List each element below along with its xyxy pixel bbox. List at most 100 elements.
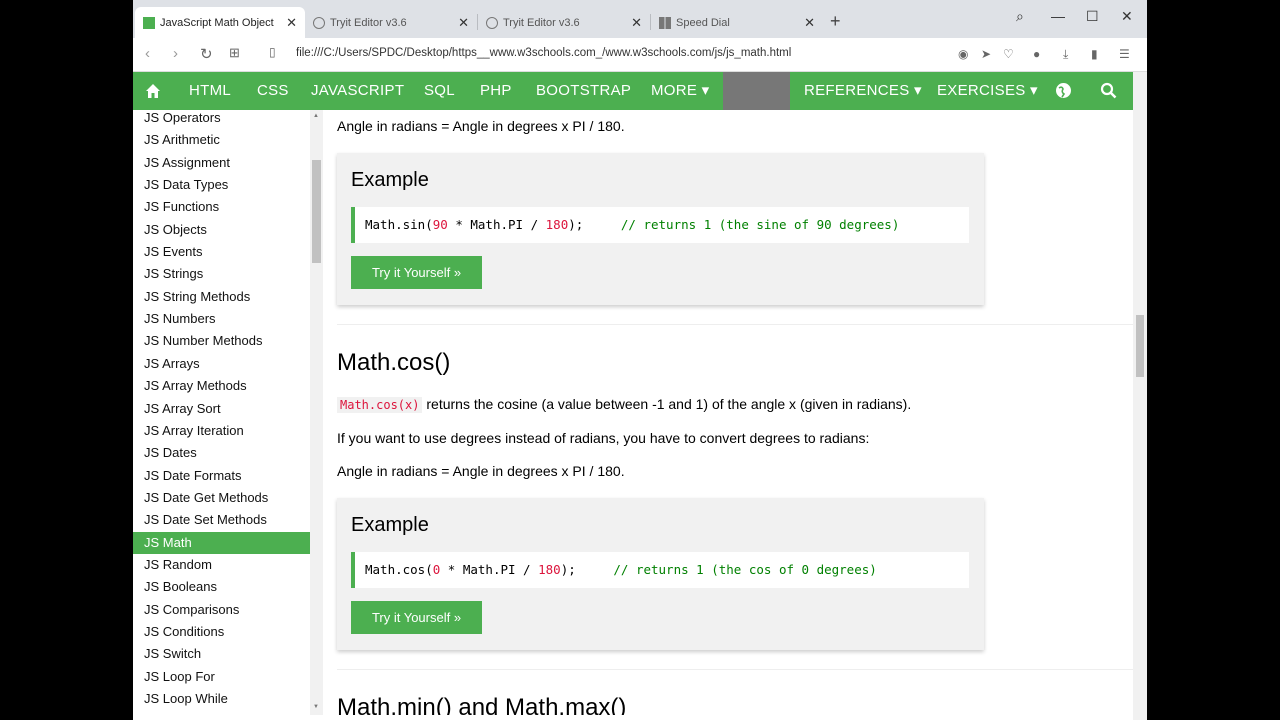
- search-icon[interactable]: [1100, 72, 1117, 110]
- speed-dial-icon[interactable]: ⊞: [229, 45, 240, 61]
- globe-icon[interactable]: [1055, 72, 1072, 110]
- nav-css[interactable]: CSS: [257, 72, 289, 110]
- close-icon[interactable]: ✕: [804, 15, 815, 31]
- sidebar-item-string-methods[interactable]: JS String Methods: [133, 286, 310, 308]
- close-icon[interactable]: ✕: [286, 15, 297, 31]
- page-scrollbar[interactable]: [1133, 72, 1147, 720]
- w3-favicon-icon: [143, 16, 155, 29]
- new-tab-icon[interactable]: +: [830, 11, 841, 32]
- sidebar-item-random[interactable]: JS Random: [133, 554, 310, 576]
- window-close-icon[interactable]: ✕: [1121, 8, 1133, 25]
- close-icon[interactable]: ✕: [458, 15, 469, 31]
- example-heading: Example: [351, 169, 429, 191]
- sidebar-item-conditions[interactable]: JS Conditions: [133, 621, 310, 643]
- sidebar-item-switch[interactable]: JS Switch: [133, 643, 310, 665]
- nav-php[interactable]: PHP: [480, 72, 512, 110]
- search-tabs-icon[interactable]: ⌕: [1016, 8, 1024, 25]
- sidebar-item-assignment[interactable]: JS Assignment: [133, 152, 310, 174]
- try-it-yourself-button[interactable]: Try it Yourself »: [351, 601, 482, 634]
- account-icon[interactable]: ●: [1033, 47, 1040, 61]
- browser-window: JavaScript Math Object ✕ Tryit Editor v3…: [133, 0, 1147, 720]
- heart-icon[interactable]: ♡: [1003, 47, 1014, 61]
- camera-icon[interactable]: ◉: [958, 47, 968, 61]
- convert-text: If you want to use degrees instead of ra…: [337, 430, 870, 446]
- sidebar-item-arrays[interactable]: JS Arrays: [133, 353, 310, 375]
- sidebar-item-comparisons[interactable]: JS Comparisons: [133, 599, 310, 621]
- site-navbar: HTML CSS JAVASCRIPT SQL PHP BOOTSTRAP MO…: [133, 72, 1133, 110]
- code-example: Math.sin(90 * Math.PI / 180); // returns…: [351, 207, 969, 243]
- scroll-up-icon[interactable]: ▲: [313, 113, 319, 119]
- scroll-down-icon[interactable]: ▼: [313, 704, 319, 710]
- section-heading: Math.cos(): [337, 349, 451, 376]
- code-example: Math.cos(0 * Math.PI / 180); // returns …: [351, 552, 969, 588]
- sidebar-item-number-methods[interactable]: JS Number Methods: [133, 330, 310, 352]
- download-icon[interactable]: ⤓: [1063, 47, 1068, 62]
- sidebar-item-loop-for[interactable]: JS Loop For: [133, 666, 310, 688]
- tab-label: JavaScript Math Object: [160, 16, 274, 29]
- divider: [337, 669, 1133, 670]
- tab-label: Speed Dial: [676, 16, 730, 29]
- nav-exercises[interactable]: EXERCISES ▾: [937, 72, 1038, 110]
- tab-label: Tryit Editor v3.6: [503, 16, 580, 29]
- sidebar-item-data-types[interactable]: JS Data Types: [133, 174, 310, 196]
- sidebar-item-date-formats[interactable]: JS Date Formats: [133, 465, 310, 487]
- page-scroll-thumb[interactable]: [1136, 315, 1144, 377]
- sidebar-item-strings[interactable]: JS Strings: [133, 263, 310, 285]
- sidebar-item-events[interactable]: JS Events: [133, 241, 310, 263]
- battery-icon[interactable]: ▮: [1091, 47, 1098, 61]
- forward-icon[interactable]: ›: [173, 45, 178, 62]
- send-icon[interactable]: ➤: [981, 47, 991, 61]
- sidebar-item-array-iteration[interactable]: JS Array Iteration: [133, 420, 310, 442]
- nav-sql[interactable]: SQL: [424, 72, 455, 110]
- sidebar-item-functions[interactable]: JS Functions: [133, 196, 310, 218]
- nav-spacer: [723, 72, 790, 110]
- formula-text: Angle in radians = Angle in degrees x PI…: [337, 118, 625, 134]
- sidebar-item-numbers[interactable]: JS Numbers: [133, 308, 310, 330]
- sidebar-item-loop-while[interactable]: JS Loop While: [133, 688, 310, 710]
- sidebar-item-array-sort[interactable]: JS Array Sort: [133, 398, 310, 420]
- back-icon[interactable]: ‹: [145, 45, 150, 62]
- nav-references[interactable]: REFERENCES ▾: [804, 72, 922, 110]
- sidebar-item-booleans[interactable]: JS Booleans: [133, 576, 310, 598]
- example-heading: Example: [351, 514, 429, 536]
- menu-icon[interactable]: ☰: [1119, 47, 1130, 61]
- reload-icon[interactable]: ↻: [200, 45, 213, 63]
- formula-text: Angle in radians = Angle in degrees x PI…: [337, 463, 625, 479]
- main-content: Angle in radians = Angle in degrees x PI…: [323, 110, 1133, 715]
- section-heading: Math.min() and Math.max(): [337, 694, 627, 715]
- sidebar-item-objects[interactable]: JS Objects: [133, 219, 310, 241]
- grid-icon: [659, 16, 671, 29]
- globe-icon: [486, 16, 498, 29]
- sidebar-item-date-set-methods[interactable]: JS Date Set Methods: [133, 509, 310, 531]
- sidebar-item-date-get-methods[interactable]: JS Date Get Methods: [133, 487, 310, 509]
- tab-math-object[interactable]: JavaScript Math Object ✕: [135, 7, 305, 38]
- sidebar-item-operators[interactable]: JS Operators: [133, 110, 310, 129]
- sidebar-item-math[interactable]: JS Math: [133, 532, 310, 554]
- home-icon[interactable]: [145, 72, 161, 110]
- example-box: Example Math.sin(90 * Math.PI / 180); //…: [337, 153, 984, 305]
- tab-strip: JavaScript Math Object ✕ Tryit Editor v3…: [133, 0, 1147, 38]
- nav-javascript[interactable]: JAVASCRIPT: [311, 72, 404, 110]
- example-box: Example Math.cos(0 * Math.PI / 180); // …: [337, 498, 984, 650]
- sidebar-scrollbar[interactable]: ▲ ▼: [310, 110, 323, 715]
- url-field[interactable]: file:///C:/Users/SPDC/Desktop/https__www…: [296, 47, 791, 59]
- nav-bootstrap[interactable]: BOOTSTRAP: [536, 72, 631, 110]
- sidebar: JS Operators JS Arithmetic JS Assignment…: [133, 110, 310, 715]
- divider: [337, 324, 1133, 325]
- nav-more[interactable]: MORE ▾: [651, 72, 710, 110]
- maximize-icon[interactable]: ☐: [1086, 8, 1099, 25]
- sidebar-item-arithmetic[interactable]: JS Arithmetic: [133, 129, 310, 151]
- tab-tryit-2[interactable]: Tryit Editor v3.6 ✕: [478, 7, 650, 38]
- minimize-icon[interactable]: —: [1051, 8, 1065, 24]
- globe-icon: [313, 16, 325, 29]
- tab-speed-dial[interactable]: Speed Dial ✕: [651, 7, 823, 38]
- sidebar-scroll-thumb[interactable]: [312, 160, 321, 263]
- inline-code: Math.cos(x): [337, 397, 423, 413]
- close-icon[interactable]: ✕: [631, 15, 642, 31]
- nav-html[interactable]: HTML: [189, 72, 231, 110]
- tab-tryit-1[interactable]: Tryit Editor v3.6 ✕: [305, 7, 477, 38]
- address-bar: ‹ › ↻ ⊞ ▯ file:///C:/Users/SPDC/Desktop/…: [133, 38, 1147, 72]
- sidebar-item-dates[interactable]: JS Dates: [133, 442, 310, 464]
- try-it-yourself-button[interactable]: Try it Yourself »: [351, 256, 482, 289]
- sidebar-item-array-methods[interactable]: JS Array Methods: [133, 375, 310, 397]
